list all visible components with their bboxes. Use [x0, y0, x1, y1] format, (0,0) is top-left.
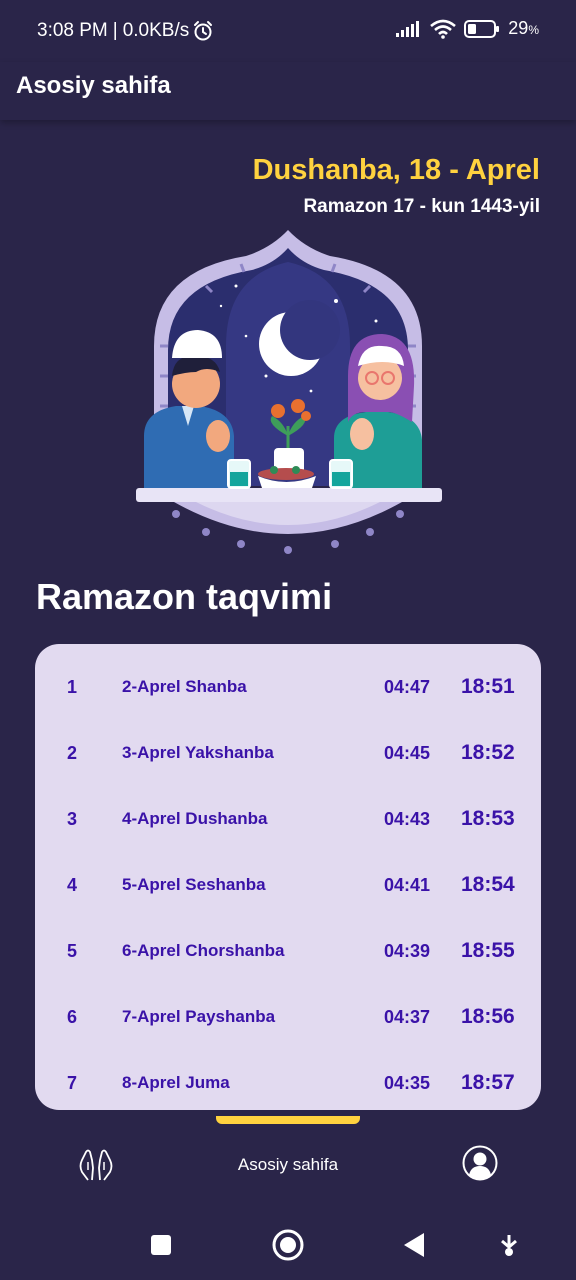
page-title: Asosiy sahifa [16, 72, 171, 99]
status-speed: 0.0KB/s [122, 20, 190, 41]
app-bar: Asosiy sahifa [0, 62, 576, 120]
calendar-row[interactable]: 6 7-Aprel Payshanba 04:37 18:56 [35, 984, 541, 1050]
back-button[interactable] [402, 1232, 426, 1258]
iftar-time: 18:57 [461, 1071, 515, 1094]
suhur-time: 04:35 [384, 1072, 431, 1093]
calendar-row[interactable]: 2 3-Aprel Yakshanba 04:45 18:52 [35, 720, 541, 786]
iftar-time: 18:56 [461, 1005, 515, 1028]
suhur-time: 04:39 [384, 940, 431, 961]
signal-icon [396, 20, 420, 37]
profile-icon[interactable] [462, 1145, 498, 1181]
hijri-date: Ramazon 17 - kun 1443-yil [303, 196, 540, 217]
ramadan-illustration [136, 230, 442, 554]
day-number: 1 [67, 676, 78, 697]
calendar-row[interactable]: 1 2-Aprel Shanba 04:47 18:51 [35, 654, 541, 720]
iftar-time: 18:54 [461, 873, 515, 896]
day-number: 3 [67, 808, 78, 829]
bottom-navigation: Asosiy sahifa [0, 1124, 576, 1208]
day-number: 2 [67, 742, 78, 763]
day-date: 3-Aprel Yakshanba [122, 743, 274, 762]
system-navigation-bar [0, 1208, 576, 1280]
day-date: 8-Aprel Juma [122, 1073, 230, 1092]
status-time: 3:08 PM [37, 20, 108, 41]
iftar-time: 18:52 [461, 741, 515, 764]
day-date: 7-Aprel Payshanba [122, 1007, 276, 1026]
calendar-row[interactable]: 4 5-Aprel Seshanba 04:41 18:54 [35, 852, 541, 918]
recent-apps-button[interactable] [150, 1234, 172, 1256]
calendar-row[interactable]: 5 6-Aprel Chorshanba 04:39 18:55 [35, 918, 541, 984]
day-date: 6-Aprel Chorshanba [122, 941, 285, 960]
day-date: 4-Aprel Dushanba [122, 809, 268, 828]
alarm-icon [194, 21, 213, 41]
calendar-row[interactable]: 3 4-Aprel Dushanba 04:43 18:53 [35, 786, 541, 852]
day-date: 5-Aprel Seshanba [122, 875, 266, 894]
status-left: 3:08 PM | 0.0KB/s [37, 20, 214, 42]
ramadan-calendar-list[interactable]: 1 2-Aprel Shanba 04:47 18:51 2 3-Aprel Y… [35, 644, 541, 1110]
battery-icon [464, 19, 500, 38]
status-bar: 3:08 PM | 0.0KB/s 29% [0, 0, 576, 62]
day-date: 2-Aprel Shanba [122, 677, 247, 696]
iftar-time: 18:55 [461, 939, 515, 962]
navbar-toggle-icon[interactable] [498, 1233, 520, 1257]
suhur-time: 04:37 [384, 1006, 431, 1027]
calendar-row[interactable]: 7 8-Aprel Juma 04:35 18:57 [35, 1050, 541, 1110]
suhur-time: 04:45 [384, 742, 431, 763]
suhur-time: 04:41 [384, 874, 431, 895]
suhur-time: 04:47 [384, 676, 431, 697]
suhur-time: 04:43 [384, 808, 431, 829]
day-number: 7 [67, 1072, 78, 1093]
gregorian-date: Dushanba, 18 - Aprel [252, 154, 540, 186]
battery-level: 29% [508, 18, 539, 38]
section-title: Ramazon taqvimi [36, 576, 333, 617]
iftar-time: 18:53 [461, 807, 515, 830]
home-button[interactable] [272, 1229, 304, 1261]
status-right: 29% [396, 18, 539, 39]
wifi-icon [430, 19, 457, 39]
active-tab-indicator [216, 1116, 360, 1124]
status-separator: | [112, 20, 118, 41]
day-number: 4 [67, 874, 78, 895]
day-number: 5 [67, 940, 78, 961]
day-number: 6 [67, 1006, 78, 1027]
iftar-time: 18:51 [461, 675, 515, 698]
